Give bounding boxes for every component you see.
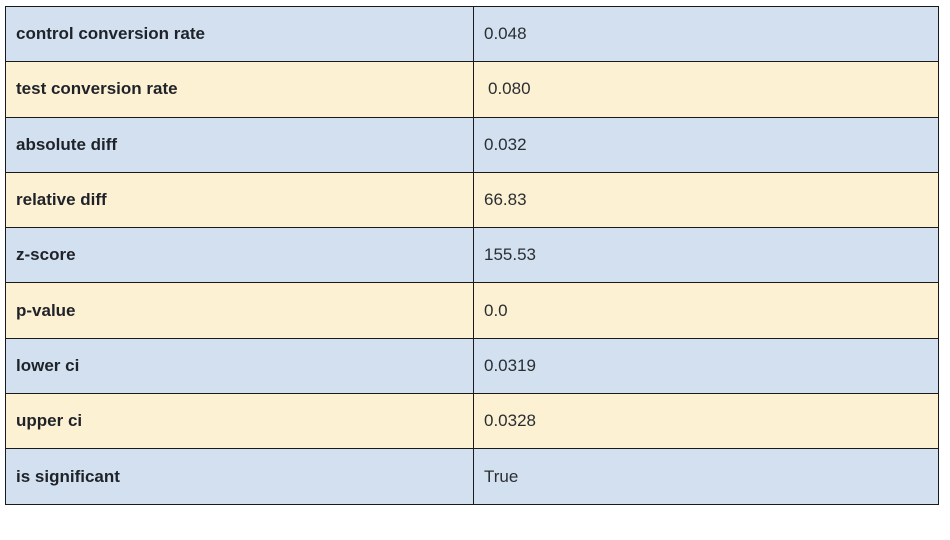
row-value: 0.080 (473, 61, 939, 118)
table-row-p-value: p-value 0.0 (5, 282, 939, 339)
table-row-upper-ci: upper ci 0.0328 (5, 393, 939, 450)
row-label: upper ci (5, 393, 474, 450)
table-row-control-conversion-rate: control conversion rate 0.048 (5, 5, 939, 63)
table-row-z-score: z-score 155.53 (5, 227, 939, 284)
row-value: 155.53 (473, 227, 939, 284)
row-label: lower ci (5, 337, 474, 395)
row-label: z-score (5, 227, 474, 284)
row-value: 0.0319 (473, 337, 939, 395)
table-row-lower-ci: lower ci 0.0319 (5, 337, 939, 395)
row-label: absolute diff (5, 116, 474, 173)
row-label: is significant (5, 448, 474, 505)
row-label: test conversion rate (5, 61, 474, 118)
row-value: 0.048 (473, 5, 939, 63)
row-label: relative diff (5, 171, 474, 229)
row-label: p-value (5, 282, 474, 339)
table-row-test-conversion-rate: test conversion rate 0.080 (5, 61, 939, 118)
row-value: 66.83 (473, 171, 939, 229)
table-row-is-significant: is significant True (5, 448, 939, 505)
row-value: True (473, 448, 939, 505)
ab-test-results-table: control conversion rate 0.048 test conve… (5, 5, 939, 505)
row-value: 0.0 (473, 282, 939, 339)
row-label: control conversion rate (5, 5, 474, 63)
row-value: 0.0328 (473, 393, 939, 450)
row-value: 0.032 (473, 116, 939, 173)
table-row-relative-diff: relative diff 66.83 (5, 171, 939, 229)
table-row-absolute-diff: absolute diff 0.032 (5, 116, 939, 173)
